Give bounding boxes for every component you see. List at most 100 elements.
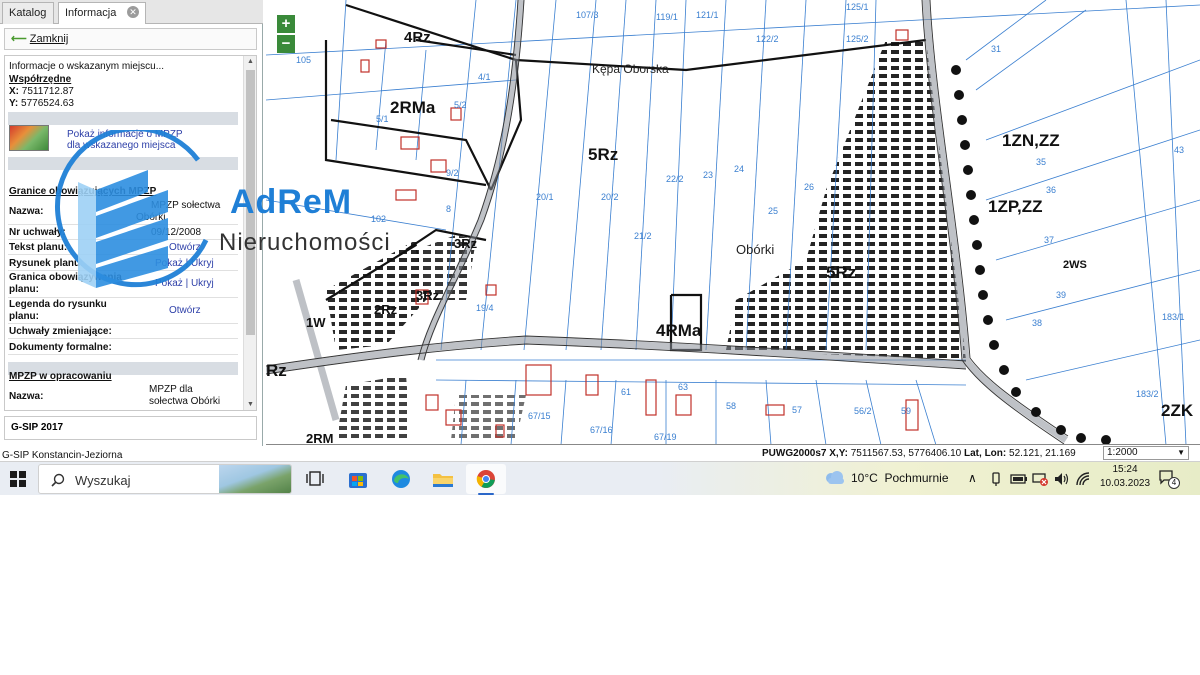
network-error-icon[interactable] — [1031, 471, 1049, 487]
parcel-label: 43 — [1174, 145, 1184, 155]
zone-label: 3Rz — [416, 288, 440, 303]
parcel-label: 4/1 — [478, 72, 491, 82]
parcel-label: 102 — [371, 214, 386, 224]
close-info-button[interactable]: ⟵ Zamknij — [4, 28, 257, 50]
weather-widget[interactable]: 10°C Pochmurnie — [851, 471, 949, 485]
scroll-down-icon[interactable]: ▼ — [247, 401, 254, 408]
parcel-label: 119/1 — [656, 12, 678, 22]
parcel-label: 36 — [1046, 185, 1056, 195]
volume-icon[interactable] — [1053, 471, 1071, 487]
chrome-icon[interactable] — [473, 467, 499, 491]
close-label: Zamknij — [29, 33, 69, 45]
w-opracowaniu-name-label: Nazwa: — [9, 391, 44, 402]
parcel-label: 5/2 — [454, 100, 467, 110]
info-intro: Informacje o wskazanym miejscu... — [9, 61, 165, 72]
row-label-legenda: Legenda do rysunku — [9, 299, 107, 310]
chevron-up-icon[interactable]: ∧ — [968, 471, 977, 485]
mpzp-thumbnail[interactable] — [9, 125, 49, 151]
zone-label: 5Rz — [826, 263, 856, 282]
parcel-label: 25 — [768, 206, 778, 216]
search-icon — [51, 473, 65, 487]
zone-label: 4RMa — [656, 321, 702, 340]
taskbar-search[interactable]: Wyszukaj — [38, 464, 292, 494]
row-label-dokumenty: Dokumenty formalne: — [9, 342, 112, 353]
file-explorer-icon[interactable] — [430, 467, 456, 491]
panel-tabs: Katalog Informacja ✕ — [0, 0, 263, 24]
task-view-icon[interactable] — [303, 467, 329, 491]
zoom-out-button[interactable]: − — [277, 35, 295, 53]
legenda-open-link[interactable]: Otwórz — [169, 305, 201, 316]
row-divider — [8, 354, 238, 355]
parcel-label: 61 — [621, 387, 631, 397]
adrem-wordmark: AdReM — [230, 183, 353, 221]
parcel-label: 26 — [804, 182, 814, 192]
panel-footer: G-SIP 2017 — [4, 416, 257, 440]
chevron-down-icon: ▼ — [1177, 448, 1185, 457]
parcel-label: 20/2 — [601, 192, 619, 202]
w-opracowaniu-header: MPZP w opracowaniu — [9, 371, 112, 382]
parcel-label: 57 — [792, 405, 802, 415]
parcel-label: 56/2 — [854, 406, 872, 416]
map-view[interactable]: 107/3 119/1 121/1 122/2 125/1 125/2 105 … — [266, 0, 1200, 445]
parcel-label: 35 — [1036, 157, 1046, 167]
w-opracowaniu-name: MPZP dla — [149, 384, 193, 395]
clock-date: 10.03.2023 — [1099, 478, 1151, 489]
close-tab-icon[interactable]: ✕ — [127, 6, 139, 18]
row-label-legenda-2: planu: — [9, 311, 39, 322]
windows-start-icon[interactable] — [10, 471, 26, 487]
wifi-icon[interactable] — [1075, 471, 1091, 487]
coords-header: Współrzędne — [9, 74, 72, 85]
hatched-area — [336, 375, 411, 440]
scale-select[interactable]: 1:2000 ▼ — [1103, 446, 1189, 460]
parcel-label: 121/1 — [696, 10, 719, 20]
edge-icon[interactable] — [388, 467, 414, 491]
parcel-label: 105 — [296, 55, 311, 65]
scale-value: 1:2000 — [1107, 447, 1138, 458]
active-app-indicator — [478, 493, 494, 495]
zone-label: 2RM — [306, 431, 333, 445]
zone-label: 5Rz — [588, 145, 618, 164]
adrem-subtitle: Nieruchomości — [219, 229, 391, 256]
section-divider — [8, 112, 238, 125]
usb-device-icon[interactable] — [990, 471, 1002, 487]
back-arrow-icon: ⟵ — [11, 33, 27, 45]
parcel-label: 24 — [734, 164, 744, 174]
parcel-label: 125/1 — [846, 2, 869, 12]
cloud-icon[interactable] — [823, 469, 847, 487]
parcel-label: 5/1 — [376, 114, 389, 124]
parcel-label: 67/19 — [654, 432, 677, 442]
coordinate-readout: PUWG2000s7 X,Y: 7511567.53, 5776406.10 L… — [762, 448, 1076, 459]
parcel-label: 23 — [703, 170, 713, 180]
row-label-granica-2: planu: — [9, 284, 39, 295]
microsoft-store-icon[interactable] — [345, 467, 371, 491]
parcel-label: 31 — [991, 44, 1001, 54]
parcel-label: 58 — [726, 401, 736, 411]
weather-desc: Pochmurnie — [884, 471, 949, 485]
zoom-in-button[interactable]: + — [277, 15, 295, 33]
status-bar: G-SIP Konstancin-Jeziorna PUWG2000s7 X,Y… — [0, 446, 1200, 461]
parcel-label: 9/2 — [446, 168, 459, 178]
cadastral-map[interactable]: 107/3 119/1 121/1 122/2 125/1 125/2 105 … — [266, 0, 1200, 445]
parcel-label: 122/2 — [756, 34, 779, 44]
adrem-logo — [54, 130, 209, 288]
battery-icon[interactable] — [1010, 472, 1028, 486]
search-highlight-image — [219, 465, 291, 493]
zone-label: 4Rz — [404, 29, 431, 46]
parcel-label: 22/2 — [666, 174, 684, 184]
w-opracowaniu-name-2: sołectwa Obórki — [149, 396, 221, 407]
parcel-label: 59 — [901, 406, 911, 416]
parcel-label: 107/3 — [576, 10, 599, 20]
parcel-label: 8 — [446, 204, 451, 214]
zone-label: 1ZN,ZZ — [1002, 131, 1060, 150]
parcel-label: 63 — [678, 382, 688, 392]
parcel-label: 21/2 — [634, 231, 652, 241]
scroll-up-icon[interactable]: ▲ — [247, 58, 254, 65]
notifications-button[interactable]: 4 — [1158, 469, 1180, 489]
parcel-label: 67/15 — [528, 411, 551, 421]
parcel-label: 125/2 — [846, 34, 869, 44]
parcel-label: 38 — [1032, 318, 1042, 328]
clock[interactable]: 15:24 10.03.2023 — [1097, 463, 1153, 491]
x-coord: X: 7511712.87 — [9, 86, 74, 97]
parcel-label: 39 — [1056, 290, 1066, 300]
tab-katalog[interactable]: Katalog — [2, 2, 54, 24]
